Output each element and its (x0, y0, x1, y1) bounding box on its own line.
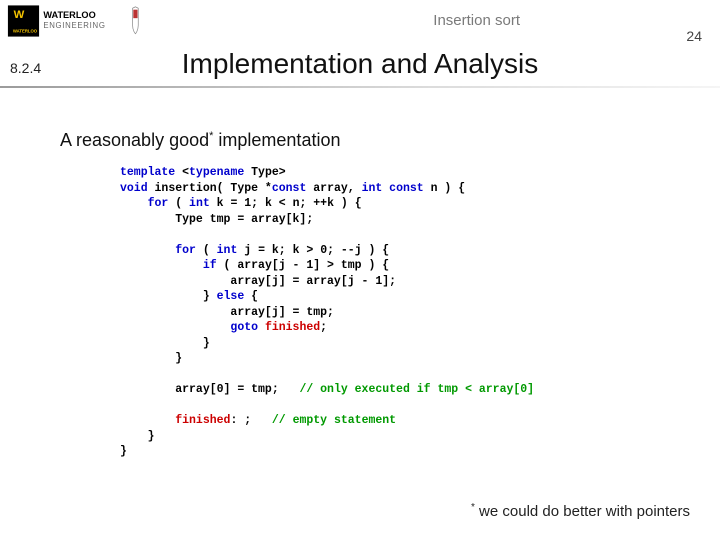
kw-if: if (203, 259, 217, 272)
page-number: 24 (686, 28, 702, 44)
kw-for: for (175, 244, 196, 257)
label-finished: finished (175, 414, 230, 427)
footnote: * we could do better with pointers (471, 502, 690, 520)
kw-else: else (217, 290, 245, 303)
code-block: template <typename Type> void insertion(… (120, 165, 534, 460)
waterloo-engineering-logo: W WATERLOO WATERLOO ENGINEERING (0, 2, 200, 40)
kw-goto: goto (230, 321, 258, 334)
topic-label: Insertion sort (433, 12, 520, 29)
footnote-text: we could do better with pointers (475, 503, 690, 520)
comment: // empty statement (272, 414, 396, 427)
kw-int-const: int const (362, 182, 424, 195)
kw-const: const (272, 182, 307, 195)
svg-text:W: W (14, 9, 25, 21)
lead-text: A reasonably good* implementation (60, 130, 340, 151)
slide-title: Implementation and Analysis (0, 48, 720, 80)
kw-void: void (120, 182, 148, 195)
svg-text:WATERLOO: WATERLOO (13, 28, 38, 33)
kw-int: int (217, 244, 238, 257)
slide: W WATERLOO WATERLOO ENGINEERING Insertio… (0, 0, 720, 540)
kw-typename: typename (189, 166, 244, 179)
label-finished-ref: finished (265, 321, 320, 334)
header-rule (0, 86, 720, 88)
kw-for: for (148, 197, 169, 210)
comment: // only executed if tmp < array[0] (299, 383, 534, 396)
svg-text:WATERLOO: WATERLOO (43, 10, 95, 20)
svg-text:ENGINEERING: ENGINEERING (43, 21, 105, 30)
kw-int: int (189, 197, 210, 210)
header: W WATERLOO WATERLOO ENGINEERING Insertio… (0, 0, 720, 44)
kw-template: template (120, 166, 175, 179)
lead-suffix: implementation (213, 130, 340, 150)
lead-prefix: A reasonably good (60, 130, 209, 150)
